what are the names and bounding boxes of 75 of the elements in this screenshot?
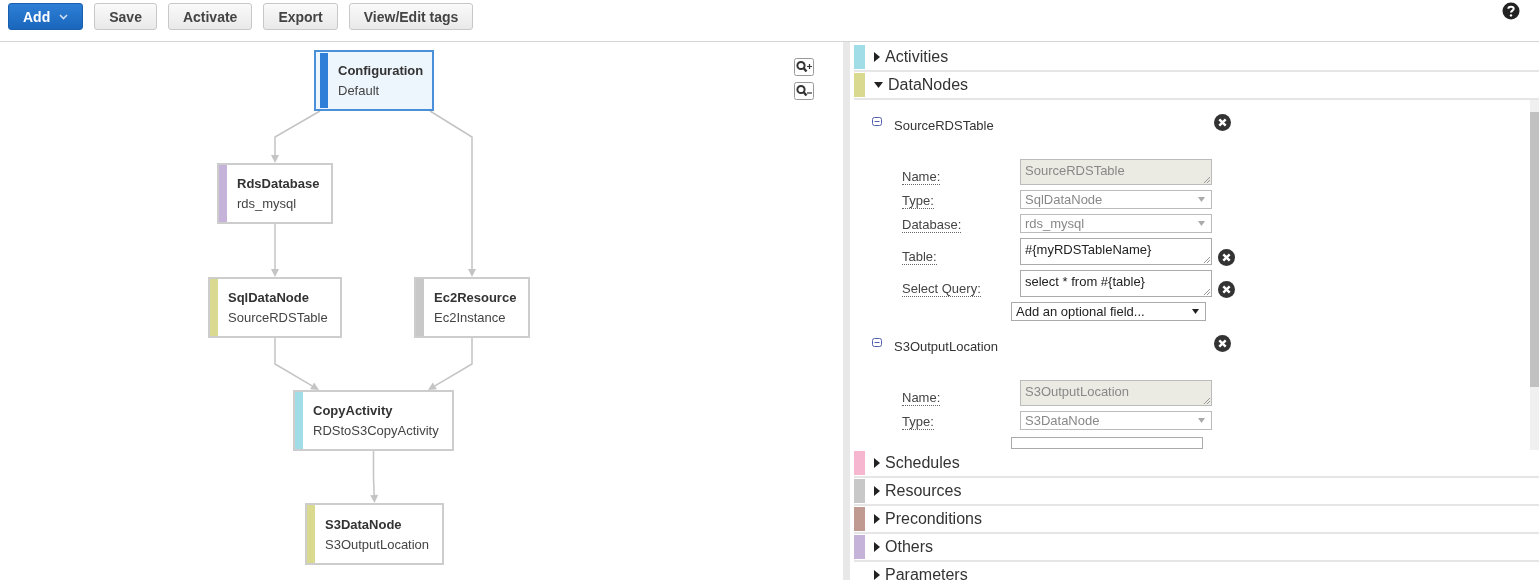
toolbar-button[interactable]: Activate xyxy=(167,3,253,30)
close-icon[interactable] xyxy=(1214,114,1231,131)
section-header[interactable]: Resources xyxy=(854,478,1539,506)
connector-arrow xyxy=(428,337,473,390)
node-subtitle: SourceRDSTable xyxy=(228,310,328,325)
toolbar-button[interactable]: Add xyxy=(8,3,84,30)
input-field[interactable]: #{myRDSTableName} xyxy=(1020,238,1212,265)
connector-arrow xyxy=(271,110,321,163)
section-header[interactable]: Schedules xyxy=(854,450,1539,478)
remove-icon[interactable] xyxy=(1218,281,1235,298)
collapse-icon[interactable] xyxy=(872,337,882,347)
object-name: S3OutputLocation xyxy=(894,338,999,354)
collapsed-triangle-icon xyxy=(874,570,880,580)
node-subtitle: Ec2Instance xyxy=(434,310,507,325)
field-label: Name: xyxy=(902,170,941,185)
field-label: Database: xyxy=(902,218,962,233)
zoom-out-icon[interactable] xyxy=(794,82,814,100)
dropdown-arrow-icon xyxy=(1198,221,1205,226)
node-subtitle: rds_mysql xyxy=(237,196,298,211)
collapsed-triangle-icon xyxy=(874,458,880,468)
node-title: SqlDataNode xyxy=(228,290,310,305)
collapsed-triangle-icon xyxy=(874,52,880,62)
zoom-in-icon[interactable] xyxy=(794,58,814,76)
connector-arrow xyxy=(271,223,279,277)
caret-icon xyxy=(59,13,69,20)
toolbar-button[interactable]: Export xyxy=(263,3,338,30)
scrollbar[interactable] xyxy=(1530,100,1539,450)
pipeline-node[interactable]: Ec2Resource Ec2Instance xyxy=(414,277,530,338)
dropdown-arrow-icon xyxy=(1198,197,1205,202)
node-title: Configuration xyxy=(338,63,424,78)
input-field[interactable] xyxy=(1011,437,1203,449)
section-header[interactable]: DataNodes xyxy=(854,72,1539,100)
readonly-field: S3OutputLocation xyxy=(1020,380,1212,406)
pipeline-node[interactable]: Configuration Default xyxy=(314,50,434,111)
connector-arrow xyxy=(370,450,379,503)
section-header[interactable]: Parameters xyxy=(854,562,1539,580)
node-subtitle: RDStoS3CopyActivity xyxy=(313,423,439,438)
select-field[interactable]: S3DataNode xyxy=(1020,411,1212,430)
node-title: Ec2Resource xyxy=(434,290,517,305)
node-subtitle: S3OutputLocation xyxy=(325,536,430,552)
field-label: Table: xyxy=(902,250,937,265)
collapse-icon[interactable] xyxy=(872,116,882,126)
select-field[interactable]: rds_mysql xyxy=(1020,214,1212,233)
pipeline-node[interactable]: CopyActivity RDStoS3CopyActivity xyxy=(293,390,454,451)
collapsed-triangle-icon xyxy=(874,542,880,552)
field-label: Type: xyxy=(902,415,934,430)
field-label: Select Query: xyxy=(902,282,981,297)
collapsed-triangle-icon xyxy=(874,486,880,496)
remove-icon[interactable] xyxy=(1218,249,1235,266)
input-field[interactable]: select * from #{table} xyxy=(1020,270,1212,297)
object-name: SourceRDSTable xyxy=(894,117,994,133)
collapsed-triangle-icon xyxy=(874,514,880,524)
close-icon[interactable] xyxy=(1214,335,1231,352)
expanded-triangle-icon xyxy=(874,82,883,88)
pipeline-node[interactable]: SqlDataNode SourceRDSTable xyxy=(208,277,342,338)
section-header[interactable]: Activities xyxy=(854,44,1539,72)
node-title: S3DataNode xyxy=(325,516,403,532)
section-header[interactable]: Preconditions xyxy=(854,506,1539,534)
toolbar-button[interactable]: Save xyxy=(94,3,157,30)
dropdown-arrow-icon xyxy=(1198,418,1205,423)
dropdown-arrow-icon xyxy=(1192,309,1199,314)
readonly-field: SourceRDSTable xyxy=(1020,159,1212,185)
section-header[interactable]: Others xyxy=(854,534,1539,562)
add-field-dropdown[interactable]: Add an optional field... xyxy=(1011,302,1206,321)
select-field[interactable]: SqlDataNode xyxy=(1020,190,1212,209)
node-title: RdsDatabase xyxy=(237,176,320,191)
connector-arrow xyxy=(274,337,319,390)
node-subtitle: Default xyxy=(338,83,381,98)
help-icon[interactable] xyxy=(1502,2,1520,20)
pipeline-node[interactable]: S3DataNode S3OutputLocation xyxy=(305,503,444,565)
node-title: CopyActivity xyxy=(313,403,394,418)
field-label: Name: xyxy=(902,391,941,406)
toolbar-button[interactable]: View/Edit tags xyxy=(348,3,474,30)
field-label: Type: xyxy=(902,194,934,209)
pipeline-node[interactable]: RdsDatabase rds_mysql xyxy=(217,163,333,224)
